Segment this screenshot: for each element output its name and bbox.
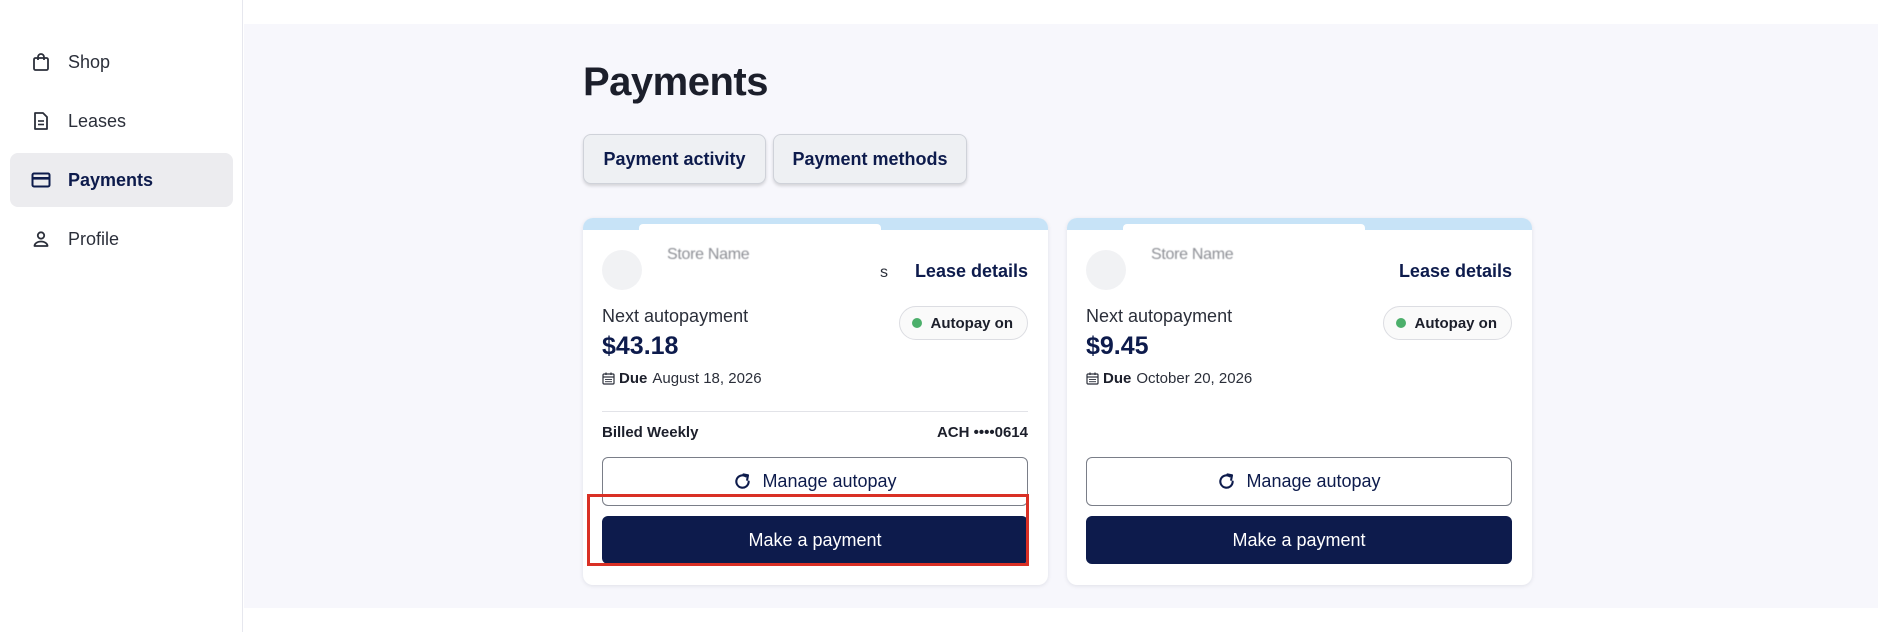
manage-autopay-button[interactable]: Manage autopay: [602, 457, 1028, 506]
document-icon: [30, 110, 52, 132]
person-icon: [30, 228, 52, 250]
store-name: Store Name: [1151, 246, 1234, 263]
autopay-status-text: Autopay on: [930, 314, 1014, 332]
page-title: Payments: [583, 60, 768, 104]
lease-card: Store Name Lease details Next autopaymen…: [1067, 218, 1532, 585]
manage-autopay-label: Manage autopay: [762, 471, 897, 491]
sidebar-item-profile[interactable]: Profile: [10, 212, 233, 266]
calendar-icon: [1086, 372, 1099, 385]
calendar-icon: [602, 372, 615, 385]
manage-autopay-label: Manage autopay: [1246, 471, 1381, 491]
tab-payment-activity[interactable]: Payment activity: [583, 134, 766, 184]
autopay-status-badge: Autopay on: [1382, 306, 1512, 340]
lease-details-link[interactable]: Lease details: [1399, 261, 1512, 282]
store-logo: [602, 250, 642, 290]
refresh-icon: [1217, 472, 1236, 491]
next-autopayment-label: Next autopayment: [1086, 306, 1233, 326]
payment-method: ACH ••••0614: [936, 424, 1028, 441]
sidebar-item-label: Leases: [68, 110, 127, 131]
autopay-status-text: Autopay on: [1414, 314, 1498, 332]
tab-payment-methods[interactable]: Payment methods: [773, 134, 967, 184]
status-dot-icon: [911, 318, 922, 328]
next-autopayment-label: Next autopayment: [602, 306, 749, 326]
store-logo: [1086, 250, 1126, 290]
sidebar-item-label: Payments: [68, 169, 154, 190]
card-header-tab: [639, 224, 881, 238]
card-header-tab: [1123, 224, 1365, 238]
credit-card-icon: [30, 169, 52, 191]
store-name-suffix: s: [880, 264, 888, 281]
store-name: Store Name: [667, 246, 750, 263]
sidebar-item-payments[interactable]: Payments: [10, 153, 233, 207]
lease-card: Store Name s Lease details Next autopaym…: [583, 218, 1048, 585]
refresh-icon: [733, 472, 752, 491]
sidebar-item-label: Shop: [68, 51, 111, 72]
main-content: Payments Payment activity Payment method…: [244, 24, 1878, 608]
due-date-row: Due October 20, 2026: [1086, 370, 1252, 387]
autopay-status-badge: Autopay on: [898, 306, 1028, 340]
shopping-bag-icon: [30, 51, 52, 73]
billing-frequency: Billed Weekly: [602, 424, 699, 441]
due-label: Due: [1103, 370, 1132, 387]
lease-details-link[interactable]: Lease details: [915, 261, 1028, 282]
due-date-row: Due August 18, 2026: [602, 370, 762, 387]
sidebar: Shop Leases Payments Profile: [0, 0, 243, 632]
status-dot-icon: [1395, 318, 1406, 328]
payment-amount: $43.18: [602, 332, 679, 360]
manage-autopay-button[interactable]: Manage autopay: [1086, 457, 1512, 506]
make-payment-button[interactable]: Make a payment: [602, 516, 1028, 564]
due-date: October 20, 2026: [1136, 370, 1253, 387]
due-date: August 18, 2026: [652, 370, 762, 387]
due-label: Due: [619, 370, 648, 387]
divider: [602, 411, 1028, 412]
sidebar-item-label: Profile: [68, 228, 120, 249]
payment-amount: $9.45: [1086, 332, 1149, 360]
make-payment-button[interactable]: Make a payment: [1086, 516, 1512, 564]
sidebar-item-shop[interactable]: Shop: [10, 35, 233, 89]
sidebar-item-leases[interactable]: Leases: [10, 94, 233, 148]
